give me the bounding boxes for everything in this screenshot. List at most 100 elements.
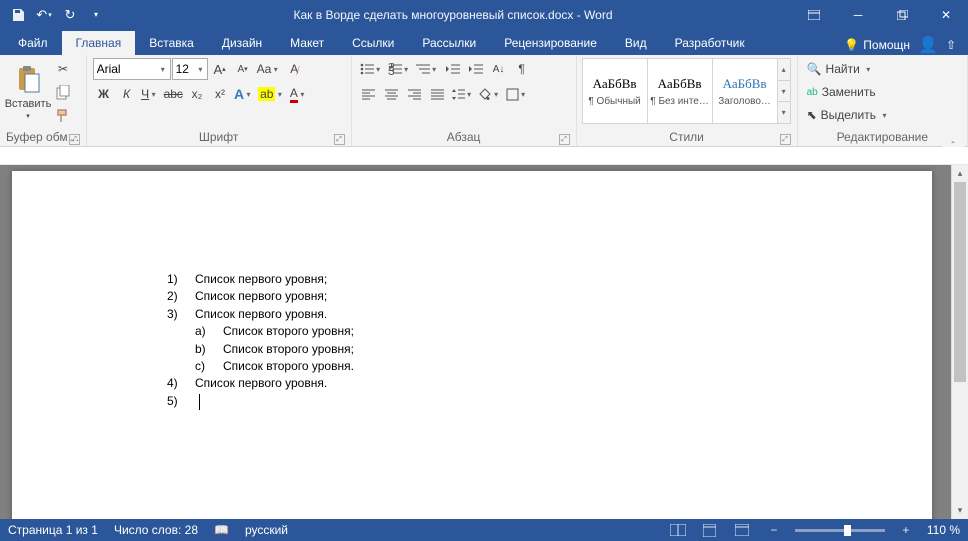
select-button[interactable]: ⬉Выделить▾	[804, 104, 892, 126]
superscript-button[interactable]: x²	[209, 83, 231, 105]
shading-icon[interactable]: ▾	[477, 83, 503, 105]
qat-customize-icon[interactable]: ▾	[84, 3, 108, 27]
paragraph-launcher-icon[interactable]: ⤢	[559, 134, 570, 145]
zoom-handle[interactable]	[844, 525, 851, 536]
styles-gallery-arrows: ▴ ▾ ▾	[777, 58, 791, 124]
paste-label: Вставить	[5, 98, 52, 110]
group-styles-label: Стили	[669, 130, 704, 144]
multilevel-list-icon[interactable]: ▾	[414, 58, 441, 80]
style-normal[interactable]: АаБбВв¶ Обычный	[582, 58, 648, 124]
page-indicator[interactable]: Страница 1 из 1	[8, 523, 98, 537]
increase-indent-icon[interactable]	[465, 58, 487, 80]
page[interactable]: 1)Список первого уровня; 2)Список первог…	[12, 171, 932, 519]
font-launcher-icon[interactable]: ⤢	[334, 134, 345, 145]
style-no-spacing[interactable]: АаБбВв¶ Без инте…	[647, 58, 713, 124]
account-icon[interactable]: 👤	[918, 35, 938, 55]
clear-formatting-icon[interactable]: A⧸	[283, 58, 305, 80]
tab-review[interactable]: Рецензирование	[490, 31, 611, 55]
vertical-scrollbar[interactable]: ▴ ▾	[951, 165, 968, 519]
styles-gallery: АаБбВв¶ Обычный АаБбВв¶ Без инте… АаБбВв…	[583, 58, 791, 124]
proofing-icon[interactable]: 📖	[214, 523, 229, 537]
borders-icon[interactable]: ▾	[504, 83, 530, 105]
minimize-icon[interactable]: ─	[836, 0, 880, 29]
tab-design[interactable]: Дизайн	[208, 31, 276, 55]
word-count[interactable]: Число слов: 28	[114, 523, 198, 537]
style-heading1[interactable]: АаБбВвЗаголово…	[712, 58, 778, 124]
list-item: Список первого уровня.	[195, 376, 327, 390]
gallery-more-icon[interactable]: ▾	[778, 102, 790, 123]
grow-font-icon[interactable]: A▴	[209, 58, 231, 80]
font-name-combo[interactable]: ▾	[93, 58, 171, 80]
replace-button[interactable]: abЗаменить	[804, 81, 879, 103]
tab-file[interactable]: Файл	[4, 31, 62, 55]
bullets-icon[interactable]: ▾	[358, 58, 385, 80]
save-icon[interactable]	[6, 3, 30, 27]
scroll-down-icon[interactable]: ▾	[952, 502, 968, 519]
justify-icon[interactable]	[427, 83, 449, 105]
line-spacing-icon[interactable]: ▾	[450, 83, 476, 105]
underline-button[interactable]: Ч▾	[139, 83, 161, 105]
chevron-down-icon[interactable]: ▾	[197, 65, 203, 74]
font-size-input[interactable]	[176, 62, 196, 76]
zoom-level[interactable]: 110 %	[927, 523, 960, 537]
cut-icon[interactable]: ✂	[52, 58, 74, 80]
zoom-out-icon[interactable]: −	[763, 521, 785, 539]
paste-button[interactable]: Вставить ▾	[6, 58, 50, 126]
ribbon: Вставить ▾ ✂ Буфер обм…⤢ ▾ ▾ A▴ A▾ Aa▾ A…	[0, 55, 968, 147]
font-size-combo[interactable]: ▾	[172, 58, 208, 80]
bold-button[interactable]: Ж	[93, 83, 115, 105]
align-center-icon[interactable]	[381, 83, 403, 105]
font-name-input[interactable]	[97, 62, 157, 76]
tab-view[interactable]: Вид	[611, 31, 661, 55]
tab-mailings[interactable]: Рассылки	[408, 31, 490, 55]
zoom-in-icon[interactable]: +	[895, 521, 917, 539]
shrink-font-icon[interactable]: A▾	[232, 58, 254, 80]
italic-button[interactable]: К	[116, 83, 138, 105]
tab-references[interactable]: Ссылки	[338, 31, 408, 55]
tell-me[interactable]: 💡 Помощн	[844, 38, 910, 52]
find-button[interactable]: 🔍Найти ▾	[804, 58, 876, 80]
strikethrough-button[interactable]: abc	[162, 83, 185, 105]
list-item: Список первого уровня;	[195, 272, 327, 286]
document-content[interactable]: 1)Список первого уровня; 2)Список первог…	[12, 171, 932, 410]
highlight-icon[interactable]: ab▾	[256, 83, 286, 105]
share-button[interactable]: ⇧	[946, 38, 956, 52]
tab-home[interactable]: Главная	[62, 31, 136, 55]
read-mode-icon[interactable]	[667, 521, 689, 539]
redo-icon[interactable]: ↻	[58, 3, 82, 27]
list-item: Список первого уровня;	[195, 289, 327, 303]
scroll-thumb[interactable]	[954, 182, 966, 382]
change-case-icon[interactable]: Aa▾	[255, 58, 283, 80]
clipboard-launcher-icon[interactable]: ⤢	[69, 134, 80, 145]
gallery-down-icon[interactable]: ▾	[778, 81, 790, 103]
web-layout-icon[interactable]	[731, 521, 753, 539]
show-marks-icon[interactable]: ¶	[511, 58, 533, 80]
tab-layout[interactable]: Макет	[276, 31, 338, 55]
font-color-icon[interactable]: A▾	[287, 83, 309, 105]
language-indicator[interactable]: русский	[245, 523, 288, 537]
gallery-up-icon[interactable]: ▴	[778, 59, 790, 81]
tab-insert[interactable]: Вставка	[135, 31, 208, 55]
ribbon-display-icon[interactable]	[792, 0, 836, 29]
ribbon-tabs: Файл Главная Вставка Дизайн Макет Ссылки…	[0, 29, 968, 55]
align-left-icon[interactable]	[358, 83, 380, 105]
sort-icon[interactable]: A↓	[488, 58, 510, 80]
zoom-slider[interactable]	[795, 529, 885, 532]
ruler[interactable]	[0, 147, 968, 165]
tab-developer[interactable]: Разработчик	[661, 31, 759, 55]
print-layout-icon[interactable]	[699, 521, 721, 539]
format-painter-icon[interactable]	[52, 104, 74, 126]
align-right-icon[interactable]	[404, 83, 426, 105]
close-icon[interactable]: ✕	[924, 0, 968, 29]
maximize-icon[interactable]	[880, 0, 924, 29]
chevron-down-icon[interactable]: ▾	[159, 65, 167, 74]
decrease-indent-icon[interactable]	[442, 58, 464, 80]
text-effects-icon[interactable]: A▾	[232, 83, 255, 105]
undo-icon[interactable]: ↶▾	[32, 3, 56, 27]
copy-icon[interactable]	[52, 81, 74, 103]
styles-launcher-icon[interactable]: ⤢	[780, 134, 791, 145]
subscript-button[interactable]: x₂	[186, 83, 208, 105]
numbering-icon[interactable]: 123▾	[386, 58, 413, 80]
scroll-up-icon[interactable]: ▴	[952, 165, 968, 182]
group-paragraph: ▾ 123▾ ▾ A↓ ¶ ▾ ▾ ▾ Абзац⤢	[352, 55, 577, 146]
